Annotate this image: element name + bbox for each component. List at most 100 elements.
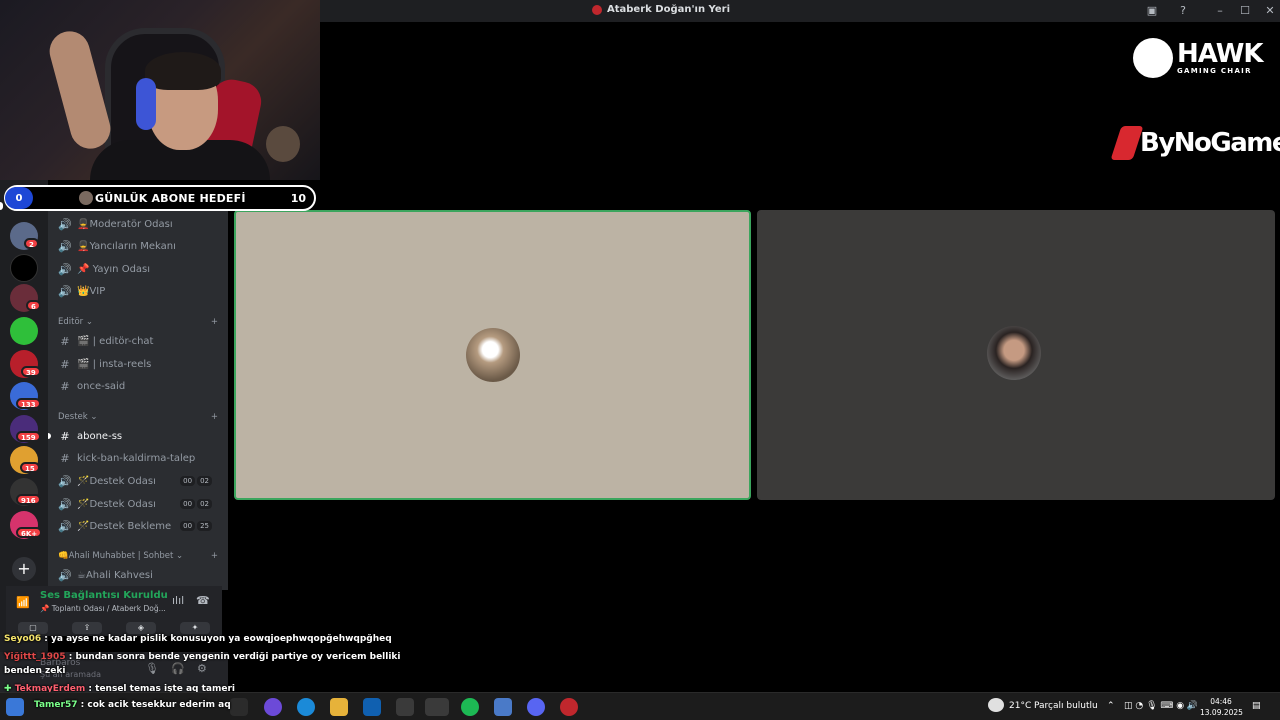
activity-button[interactable]: ◈ <box>126 622 156 634</box>
call-stage <box>228 22 1280 692</box>
screen-share-button[interactable]: ⇪ <box>72 622 102 634</box>
chat-text: benden zeki <box>4 666 66 676</box>
tray-icons[interactable]: ◫ ◔ 🎙 ⌨ ◉ 🔊 <box>1124 701 1198 711</box>
server-icon[interactable] <box>10 254 38 282</box>
temperature[interactable]: 21°C <box>1009 701 1031 711</box>
server-icon[interactable]: 133 <box>10 382 41 410</box>
server-icon[interactable]: 2 <box>10 222 39 250</box>
voice-channel[interactable]: 🔊 ☕Ahali Kahvesi <box>56 565 220 585</box>
category-label: Editör ⌄ <box>58 317 93 327</box>
category-editor[interactable]: Editör ⌄ + <box>58 317 218 327</box>
user-count: 00 <box>180 476 196 486</box>
add-channel-icon[interactable]: + <box>211 551 218 561</box>
hawk-subtitle: GAMING CHAIR <box>1177 67 1252 75</box>
hawk-feather-icon <box>1133 38 1173 78</box>
inbox-icon[interactable]: ▣ <box>1144 3 1160 19</box>
user-limit: 00 02 <box>180 476 212 486</box>
text-channel[interactable]: # once-said <box>56 376 220 396</box>
text-channel[interactable]: # kick-ban-kaldirma-talep <box>56 448 220 468</box>
channel-label: 🪄Destek Odası <box>77 475 156 487</box>
noise-suppression-icon[interactable]: ılıl <box>172 594 184 607</box>
channel-label: 🪄Destek Bekleme <box>77 520 172 532</box>
chat-message: Seyo06 : ya ayse ne kadar pislik konusuy… <box>4 634 392 644</box>
chrome-icon[interactable] <box>425 698 449 716</box>
server-badge: 159 <box>16 431 41 442</box>
speaker-icon: 🔊 <box>58 217 72 231</box>
notification-icon[interactable]: ▤ <box>1252 701 1261 711</box>
user-count: 00 <box>180 499 196 509</box>
voice-channel[interactable]: 🔊 💂Yancıların Mekanı <box>56 236 220 256</box>
weather-icon[interactable] <box>988 698 1004 712</box>
app-icon[interactable] <box>560 698 578 716</box>
server-icon[interactable]: 6 <box>10 284 41 312</box>
headset-icon[interactable]: 🎧 <box>171 662 185 675</box>
time: 04:46 <box>1210 697 1232 706</box>
channel-label: 🪄Destek Odası <box>77 498 156 510</box>
camera-button[interactable]: ▢ <box>18 622 48 634</box>
server-icon[interactable]: 6K+ <box>10 511 43 539</box>
goal-target: 10 <box>290 191 306 205</box>
chat-message: benden zeki <box>4 666 65 676</box>
server-indicator <box>0 202 3 210</box>
app-icon[interactable] <box>396 698 414 716</box>
help-icon[interactable]: ? <box>1175 3 1191 19</box>
soundboard-button[interactable]: ✦ <box>180 622 210 634</box>
server-icon[interactable]: 39 <box>10 350 41 378</box>
voice-channel[interactable]: 🔊 🪄Destek Bekleme 00 25 <box>56 516 220 536</box>
server-badge: 2 <box>24 238 39 249</box>
participant-tile[interactable] <box>757 210 1275 500</box>
copilot-icon[interactable] <box>264 698 282 716</box>
category-label: Destek ⌄ <box>58 412 98 422</box>
user-limit-value: 02 <box>197 476 212 486</box>
voice-channel-path[interactable]: 📌 Toplantı Odası / Ataberk Doğ... <box>40 604 166 613</box>
minimize-button[interactable]: – <box>1212 3 1228 19</box>
voice-channel[interactable]: 🔊 🪄Destek Odası 00 02 <box>56 471 220 491</box>
server-icon[interactable]: 159 <box>10 415 41 443</box>
server-icon[interactable]: 916 <box>10 478 41 506</box>
category-ahali[interactable]: 👊Ahali Muhabbet | Sohbet ⌄ + <box>58 551 218 561</box>
speaker-icon: 🔊 <box>58 284 72 298</box>
tray-chevron-icon[interactable]: ⌃ <box>1107 701 1115 711</box>
add-channel-icon[interactable]: + <box>211 317 218 327</box>
add-server-button[interactable]: + <box>12 557 36 581</box>
speaker-icon: 🔊 <box>58 474 72 488</box>
gear-icon[interactable]: ⚙ <box>197 662 207 675</box>
outlook-icon[interactable] <box>363 698 381 716</box>
hawk-sponsor-logo: HAWK GAMING CHAIR <box>1133 38 1264 78</box>
add-channel-icon[interactable]: + <box>211 412 218 422</box>
start-icon[interactable] <box>6 698 24 716</box>
maximize-button[interactable]: ☐ <box>1237 3 1253 19</box>
voice-channel[interactable]: 🔊 💂Moderatör Odası <box>56 214 220 234</box>
file-explorer-icon[interactable] <box>330 698 348 716</box>
server-icon[interactable]: 15 <box>10 446 40 474</box>
category-destek[interactable]: Destek ⌄ + <box>58 412 218 422</box>
participant-avatar <box>466 328 520 382</box>
voice-channel[interactable]: 🔊 📌 Yayın Odası <box>56 259 220 279</box>
hawk-name: HAWK <box>1177 39 1264 69</box>
spotify-icon[interactable] <box>461 698 479 716</box>
close-button[interactable]: ✕ <box>1262 3 1278 19</box>
voice-status[interactable]: Ses Bağlantısı Kuruldu <box>40 590 168 601</box>
text-channel[interactable]: # abone-ss <box>56 426 220 446</box>
plush-toy <box>266 126 300 162</box>
microphone-icon[interactable]: 🎙 <box>145 662 159 675</box>
server-icon[interactable] <box>10 317 38 345</box>
edge-icon[interactable] <box>297 698 315 716</box>
discord-icon[interactable] <box>527 698 545 716</box>
speaker-icon: 🔊 <box>58 519 72 533</box>
voice-channel[interactable]: 🔊 🪄Destek Odası 00 02 <box>56 494 220 514</box>
app-icon[interactable] <box>494 698 512 716</box>
participant-tile[interactable] <box>234 210 751 500</box>
text-channel[interactable]: # 🎬 | editör-chat <box>56 331 220 351</box>
text-channel[interactable]: # 🎬 | insta-reels <box>56 354 220 374</box>
chat-text: : cok acik tesekkur ederim aq <box>77 700 231 710</box>
weather-text[interactable]: Parçalı bulutlu <box>1034 701 1098 711</box>
voice-channel[interactable]: 🔊 👑VIP <box>56 281 220 301</box>
task-view-icon[interactable] <box>230 698 248 716</box>
signal-icon[interactable]: 📶 <box>16 596 30 609</box>
clock[interactable]: 04:46 13.09.2025 <box>1200 696 1243 718</box>
voice-connection-panel: 📶 Ses Bağlantısı Kuruldu 📌 Toplantı Odas… <box>6 586 222 620</box>
category-label: 👊Ahali Muhabbet | Sohbet ⌄ <box>58 551 184 561</box>
disconnect-icon[interactable]: ☎ <box>196 594 210 607</box>
server-badge: 916 <box>16 494 41 505</box>
